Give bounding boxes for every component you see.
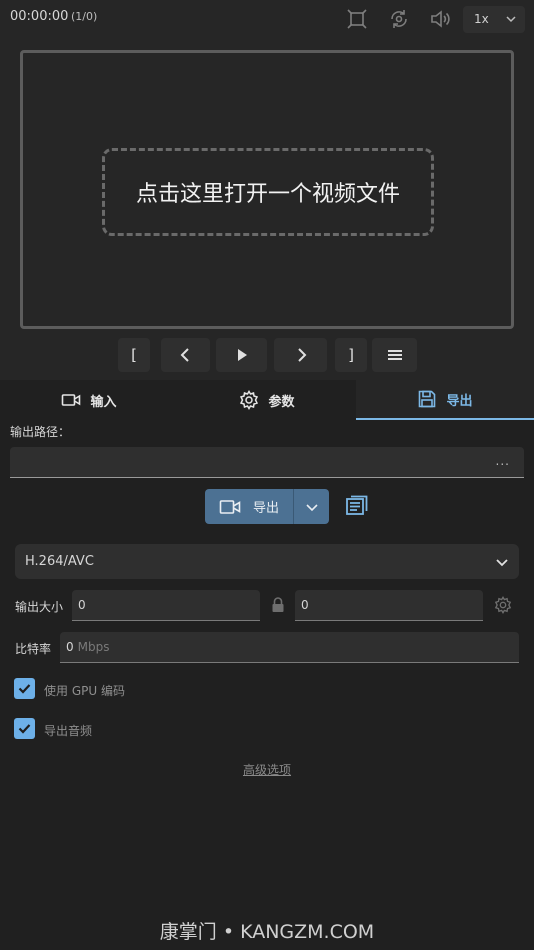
output-path-input[interactable]: ... xyxy=(10,447,524,478)
export-split-button: 导出 xyxy=(205,489,329,524)
tab-input[interactable]: 输入 xyxy=(0,380,178,420)
watermark: 康掌门 • KANGZM.COM xyxy=(159,921,375,943)
open-file-prompt: 点击这里打开一个视频文件 xyxy=(135,182,400,207)
export-button-label: 导出 xyxy=(252,501,279,516)
time-display: 00:00:00 xyxy=(10,9,69,24)
bitrate-field-content: 0 Mbps xyxy=(66,640,109,654)
menu-icon xyxy=(387,350,402,360)
chevron-left-icon xyxy=(180,348,189,362)
mark-in-button[interactable]: [ xyxy=(118,338,150,372)
export-options-dropdown[interactable] xyxy=(295,489,329,524)
play-icon xyxy=(237,349,247,361)
tab-bar: 输入 参数 导出 xyxy=(0,380,534,420)
video-preview[interactable]: 点击这里打开一个视频文件 xyxy=(20,50,514,329)
menu-button[interactable] xyxy=(372,338,417,372)
mark-out-label: ] xyxy=(348,346,354,364)
advanced-options-link[interactable]: 高级选项 xyxy=(243,761,291,778)
play-button[interactable] xyxy=(216,338,267,372)
tab-params-label: 参数 xyxy=(268,394,295,410)
height-value: 0 xyxy=(301,598,309,612)
chevron-right-icon xyxy=(297,348,306,362)
speed-value: 1x xyxy=(474,12,489,26)
height-input[interactable]: 0 xyxy=(295,590,483,621)
export-audio-checkbox[interactable] xyxy=(14,718,35,739)
output-size-label: 输出大小 xyxy=(15,600,64,614)
open-file-area[interactable]: 点击这里打开一个视频文件 xyxy=(102,148,434,236)
output-path-label: 输出路径： xyxy=(10,425,71,439)
checkmark-icon xyxy=(18,684,31,694)
chevron-down-icon xyxy=(496,559,508,567)
save-icon xyxy=(419,390,436,408)
chevron-down-icon xyxy=(506,16,516,23)
bitrate-value: 0 xyxy=(66,640,74,654)
volume-icon[interactable] xyxy=(429,8,451,30)
top-bar: 00:00:00 (1/0) 1x xyxy=(0,0,534,36)
mark-out-button[interactable]: ] xyxy=(335,338,367,372)
chevron-down-icon xyxy=(306,503,318,511)
checkmark-icon xyxy=(18,724,31,734)
width-value: 0 xyxy=(78,598,86,612)
tab-export-label: 导出 xyxy=(446,393,473,409)
bitrate-label: 比特率 xyxy=(15,642,52,656)
gpu-encode-checkbox[interactable] xyxy=(14,678,35,699)
file-count: (1/0) xyxy=(71,10,98,23)
previous-frame-button[interactable] xyxy=(161,338,210,372)
video-camera-icon xyxy=(62,394,81,406)
speed-select[interactable]: 1x xyxy=(463,6,525,33)
fullscreen-icon[interactable] xyxy=(346,8,368,30)
gear-icon[interactable] xyxy=(494,596,512,614)
export-queue-icon[interactable] xyxy=(345,495,369,517)
video-camera-icon xyxy=(219,499,241,514)
export-audio-label: 导出音频 xyxy=(44,724,93,738)
export-button[interactable]: 导出 xyxy=(205,489,294,524)
lock-icon[interactable] xyxy=(271,597,285,613)
width-input[interactable]: 0 xyxy=(72,590,260,621)
codec-value: H.264/AVC xyxy=(25,554,94,569)
tab-export[interactable]: 导出 xyxy=(356,380,534,420)
tab-input-label: 输入 xyxy=(90,394,117,410)
codec-select[interactable]: H.264/AVC xyxy=(15,544,519,579)
browse-path-button[interactable]: ... xyxy=(496,454,510,468)
bitrate-unit: Mbps xyxy=(77,640,110,654)
mark-in-label: [ xyxy=(131,346,137,364)
tab-params[interactable]: 参数 xyxy=(178,380,356,420)
gear-icon xyxy=(240,390,259,410)
next-frame-button[interactable] xyxy=(274,338,327,372)
bitrate-input[interactable]: 0 Mbps xyxy=(60,632,519,663)
sync-icon[interactable] xyxy=(388,8,410,30)
gpu-encode-label: 使用 GPU 编码 xyxy=(44,684,125,698)
